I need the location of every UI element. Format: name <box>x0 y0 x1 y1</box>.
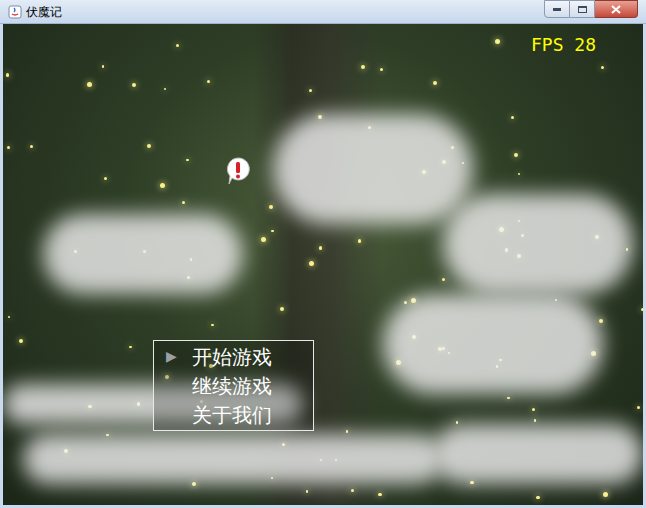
cloud <box>433 424 643 484</box>
firefly <box>511 116 513 118</box>
cloud <box>443 194 633 294</box>
title-menu: ▶开始游戏▶继续游戏▶关于我们 <box>153 340 314 431</box>
firefly <box>361 65 364 68</box>
firefly <box>164 88 166 90</box>
title-bar[interactable]: 伏魔记 <box>0 0 646 24</box>
firefly <box>603 492 608 497</box>
firefly <box>132 83 136 87</box>
firefly <box>536 496 539 499</box>
fps-counter: FPS 28 <box>531 34 596 56</box>
tree-trunk <box>253 24 383 504</box>
maximize-button[interactable] <box>570 0 595 18</box>
firefly <box>358 239 361 242</box>
menu-item[interactable]: ▶关于我们 <box>166 400 305 429</box>
firefly <box>182 201 186 205</box>
firefly <box>380 68 383 71</box>
window-controls <box>544 0 638 18</box>
firefly <box>211 324 213 326</box>
firefly <box>532 408 535 411</box>
firefly <box>186 159 188 161</box>
firefly <box>599 319 603 323</box>
firefly <box>6 73 10 77</box>
firefly <box>19 339 23 343</box>
firefly <box>147 144 151 148</box>
firefly <box>176 44 179 47</box>
firefly <box>87 82 92 87</box>
exclamation-bubble-icon <box>225 156 251 186</box>
app-window: 伏魔记 FPS 28 ▶开始游戏▶继续游戏▶关于我们 <box>0 0 646 508</box>
close-button[interactable] <box>595 0 638 18</box>
minimize-button[interactable] <box>544 0 570 18</box>
maximize-icon <box>578 6 587 13</box>
firefly <box>30 145 33 148</box>
game-canvas[interactable]: FPS 28 ▶开始游戏▶继续游戏▶关于我们 <box>3 24 643 505</box>
firefly <box>442 278 445 281</box>
firefly <box>207 80 210 83</box>
cloud <box>23 434 443 484</box>
java-icon <box>8 5 22 19</box>
firefly <box>641 308 643 311</box>
firefly <box>495 39 500 44</box>
cloud <box>273 114 473 224</box>
menu-item[interactable]: ▶开始游戏 <box>166 342 305 371</box>
firefly <box>129 346 132 349</box>
menu-item[interactable]: ▶继续游戏 <box>166 371 305 400</box>
firefly <box>637 406 639 408</box>
firefly <box>534 419 536 421</box>
minimize-icon <box>553 8 561 11</box>
firefly <box>271 230 273 232</box>
firefly <box>507 397 509 399</box>
firefly <box>8 316 10 318</box>
firefly <box>7 146 10 149</box>
cloud <box>43 214 243 294</box>
window-title: 伏魔记 <box>26 3 62 21</box>
firefly <box>601 66 604 69</box>
firefly <box>309 89 312 92</box>
cloud <box>383 294 603 394</box>
firefly <box>160 183 165 188</box>
firefly <box>514 153 518 157</box>
firefly <box>102 65 105 68</box>
menu-cursor: ▶ <box>166 346 184 367</box>
firefly <box>104 177 107 180</box>
firefly <box>319 246 322 249</box>
firefly <box>518 173 520 175</box>
firefly <box>433 81 437 85</box>
close-icon <box>611 5 621 14</box>
firefly <box>378 493 381 496</box>
firefly <box>346 430 348 432</box>
